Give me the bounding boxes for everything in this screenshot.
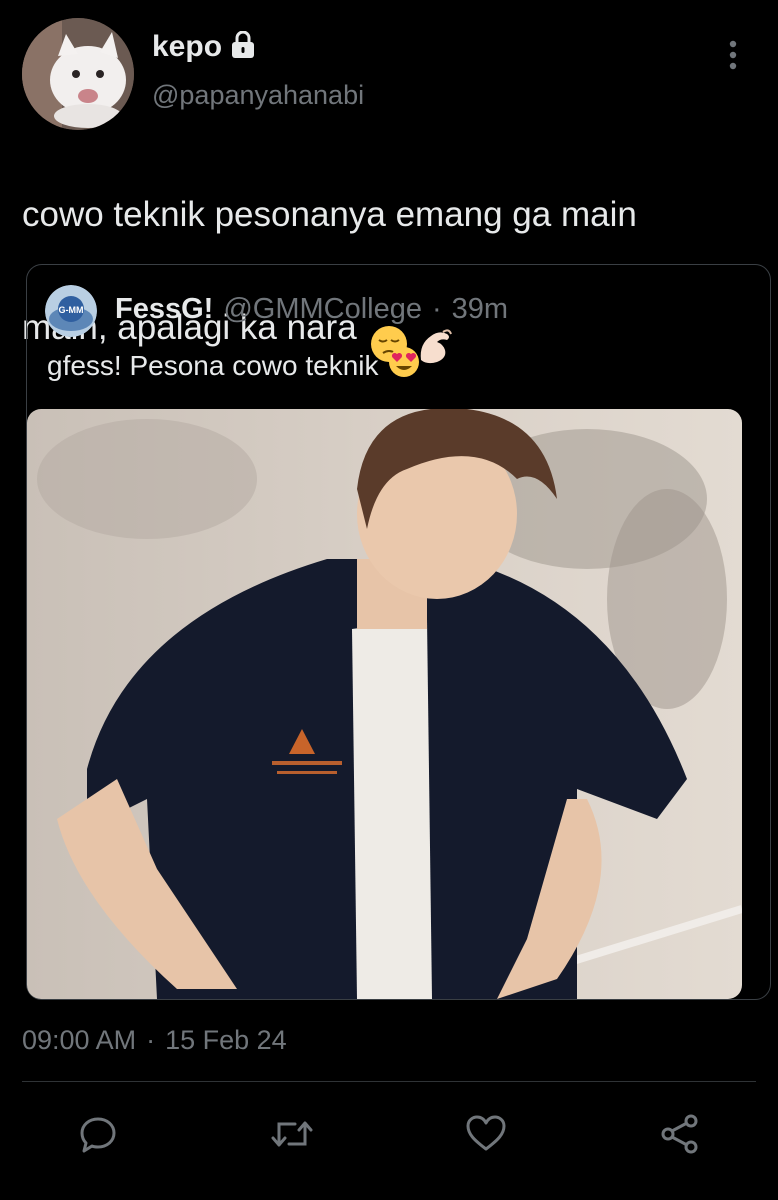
tweet-text-line-1: cowo teknik pesonanya emang ga main: [22, 195, 637, 234]
like-button[interactable]: [462, 1110, 510, 1158]
reply-icon: [80, 1117, 116, 1153]
vertical-dots-icon: [729, 40, 737, 70]
more-options-button[interactable]: [716, 38, 750, 72]
reply-button[interactable]: [74, 1110, 122, 1158]
cat-avatar-image: [22, 18, 134, 130]
quoted-photo[interactable]: [27, 409, 742, 999]
quoted-text-row: gfess! Pesona cowo teknik: [47, 345, 421, 386]
heart-icon: [466, 1115, 506, 1151]
quoted-display-name[interactable]: FessG!: [115, 293, 213, 326]
quoted-handle[interactable]: @GMMCollege: [223, 293, 422, 326]
gmm-logo-text: G-MM: [59, 305, 84, 315]
actions-divider: [22, 1081, 756, 1082]
author-handle[interactable]: @papanyahanabi: [152, 80, 364, 111]
quoted-time: 39m: [451, 293, 509, 325]
tweet-timestamp: 09:00 AM · 15 Feb 24: [22, 1025, 287, 1056]
quoted-author-avatar[interactable]: G-MM: [45, 285, 97, 337]
share-button[interactable]: [656, 1110, 704, 1158]
student-photo-image: [27, 409, 742, 999]
heart-eyes-emoji-icon: [387, 345, 421, 386]
lock-icon: [230, 30, 256, 64]
quoted-text: gfess! Pesona cowo teknik: [47, 349, 379, 381]
retweet-button[interactable]: [268, 1110, 316, 1158]
timestamp-separator: ·: [146, 1025, 156, 1055]
gmm-logo-avatar: G-MM: [45, 285, 97, 337]
retweet-icon: [271, 1121, 313, 1147]
author-name-row: kepo: [152, 30, 256, 64]
profile-avatar[interactable]: [22, 18, 134, 130]
quoted-separator: ·: [431, 293, 442, 325]
timestamp-time: 09:00 AM: [22, 1025, 137, 1055]
share-icon: [661, 1114, 698, 1154]
author-display-name[interactable]: kepo: [152, 30, 222, 64]
quoted-header: FessG! @GMMCollege · 39m: [115, 293, 508, 326]
timestamp-date: 15 Feb 24: [165, 1025, 287, 1055]
quoted-tweet-card[interactable]: G-MM FessG! @GMMCollege · 39m gfess! Pes…: [26, 264, 771, 1000]
